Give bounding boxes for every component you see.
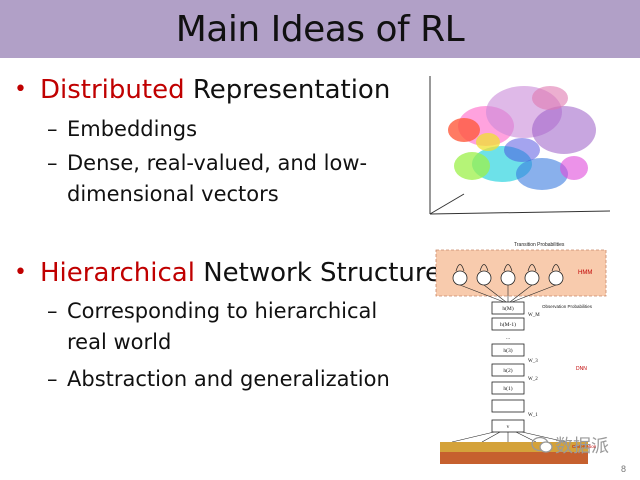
svg-text:h(M-1): h(M-1): [500, 321, 516, 328]
sub-bullet-corresponding: – Corresponding to hierarchical real worl…: [47, 296, 377, 358]
sub-bullet-text-cont: real world: [67, 330, 172, 354]
bullet-distributed-representation: • Distributed Representation: [14, 75, 390, 105]
bullet-dot: •: [14, 260, 27, 285]
sub-bullet-text: Embeddings: [67, 117, 198, 141]
sub-bullet-embeddings: – Embeddings: [47, 114, 197, 145]
dash: –: [47, 299, 58, 323]
svg-text:h(2): h(2): [503, 367, 512, 374]
sub-bullet-text: Corresponding to hierarchical: [67, 299, 378, 323]
sub-bullet-text-cont: dimensional vectors: [67, 182, 279, 206]
svg-text:v: v: [507, 424, 510, 430]
sub-bullet-abstraction: – Abstraction and generalization: [47, 364, 390, 395]
bullet-highlight: Hierarchical: [40, 258, 195, 288]
bullet-hierarchical-network: • Hierarchical Network Structure: [14, 258, 441, 288]
watermark-text: 数据派: [555, 436, 609, 456]
svg-text:h(M): h(M): [502, 305, 513, 312]
page-number: 8: [620, 464, 626, 474]
svg-text:W_2: W_2: [528, 377, 538, 382]
observation-label: Observation Probabilities: [542, 304, 593, 309]
sub-bullet-text: Abstraction and generalization: [67, 367, 390, 391]
hmm-label: HMM: [578, 270, 592, 276]
svg-text:W_1: W_1: [528, 413, 538, 418]
dnn-label: DNN: [576, 366, 587, 372]
dash: –: [47, 151, 58, 175]
title-bar: Main Ideas of RL: [0, 0, 640, 58]
bullet-dot: •: [14, 77, 27, 102]
transition-label: Transition Probabilities: [514, 242, 565, 248]
embedding-clusters: [448, 86, 596, 190]
sub-bullet-dense-vectors: – Dense, real-valued, and low- dimensiona…: [47, 148, 367, 210]
embedding-scatter-image: [429, 76, 611, 215]
svg-text:h(3): h(3): [503, 347, 512, 354]
slide-title: Main Ideas of RL: [175, 8, 465, 50]
sub-bullet-text: Dense, real-valued, and low-: [67, 151, 368, 175]
svg-text:W_3: W_3: [528, 359, 538, 364]
watermark: 数据派: [531, 432, 609, 458]
wechat-icon: [531, 436, 553, 453]
svg-text:...: ...: [506, 335, 511, 341]
svg-text:h(1): h(1): [503, 385, 512, 392]
svg-text:W_M: W_M: [528, 313, 540, 318]
dnn-weight-labels: W_M W_3 W_2 W_1: [528, 313, 540, 418]
dash: –: [47, 117, 58, 141]
bullet-rest: Representation: [184, 75, 391, 105]
bullet-rest: Network Structure: [194, 258, 442, 288]
bullet-highlight: Distributed: [40, 75, 185, 105]
dash: –: [47, 367, 58, 391]
